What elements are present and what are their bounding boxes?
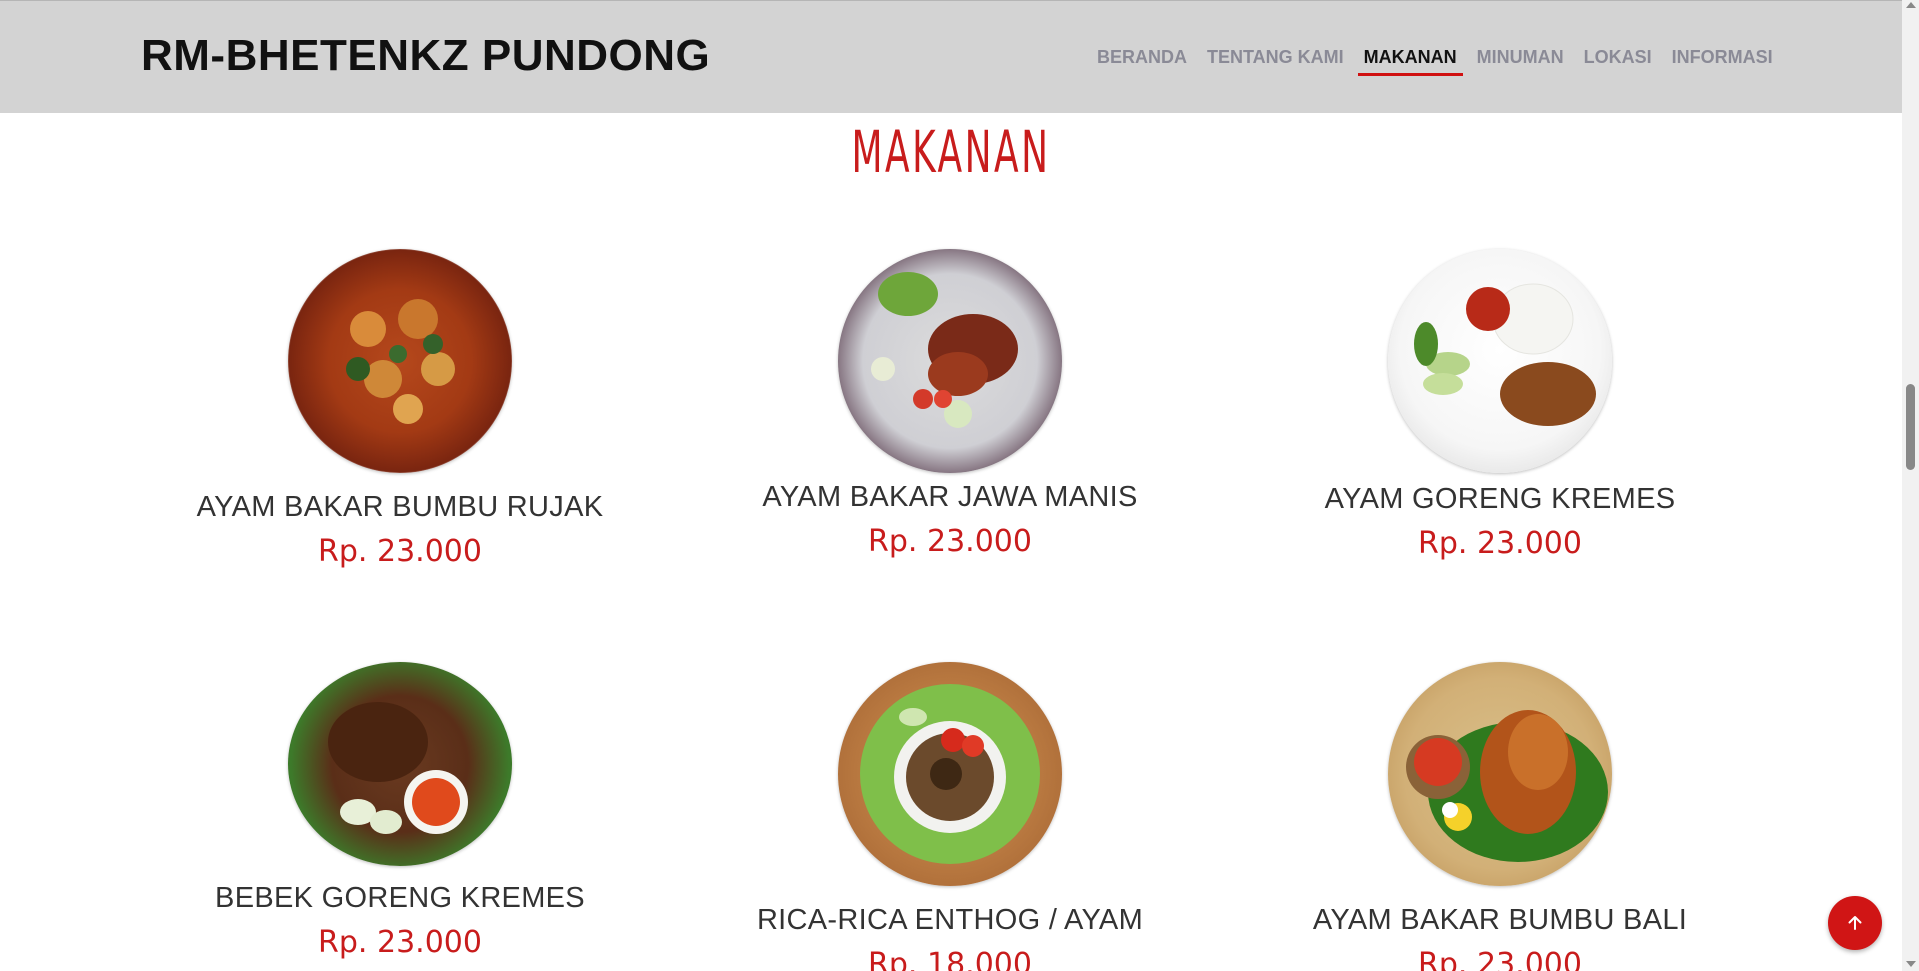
dish-image: [288, 249, 512, 473]
menu-card[interactable]: AYAM BAKAR JAWA MANIS Rp. 23.000: [700, 249, 1200, 559]
dish-price: Rp. 23.000: [1418, 947, 1582, 971]
dish-price: Rp. 23.000: [318, 925, 482, 960]
scroll-down-arrow-icon[interactable]: [1906, 961, 1916, 967]
dish-name: AYAM BAKAR BUMBU RUJAK: [196, 491, 604, 523]
nav-item-informasi[interactable]: INFORMASI: [1662, 45, 1783, 76]
scroll-to-top-button[interactable]: [1828, 896, 1882, 950]
dish-price: Rp. 18.000: [868, 947, 1032, 971]
dish-image: [288, 662, 512, 866]
dish-image: [838, 662, 1062, 886]
dish-image: [1388, 662, 1612, 886]
menu-card[interactable]: AYAM BAKAR BUMBU BALI Rp. 23.000: [1250, 662, 1750, 971]
nav-item-beranda[interactable]: BERANDA: [1087, 45, 1197, 76]
dish-name: BEBEK GORENG KREMES: [215, 882, 585, 914]
nav-item-minuman[interactable]: MINUMAN: [1467, 45, 1574, 76]
page-viewport: RM-BHETENKZ PUNDONG BERANDA TENTANG KAMI…: [0, 0, 1902, 971]
dish-price: Rp. 23.000: [1418, 526, 1582, 561]
dish-name: AYAM GORENG KREMES: [1324, 483, 1676, 515]
menu-card[interactable]: RICA-RICA ENTHOG / AYAM Rp. 18.000: [700, 662, 1200, 971]
main-nav: BERANDA TENTANG KAMI MAKANAN MINUMAN LOK…: [1087, 45, 1783, 76]
dish-image: [838, 249, 1062, 473]
brand-title[interactable]: RM-BHETENKZ PUNDONG: [141, 31, 710, 81]
dish-name: RICA-RICA ENTHOG / AYAM: [756, 904, 1144, 936]
dish-name: AYAM BAKAR JAWA MANIS: [762, 481, 1138, 513]
menu-card[interactable]: AYAM GORENG KREMES Rp. 23.000: [1250, 249, 1750, 561]
section-title: MAKANAN: [851, 118, 1051, 186]
nav-item-lokasi[interactable]: LOKASI: [1574, 45, 1662, 76]
nav-item-tentang-kami[interactable]: TENTANG KAMI: [1197, 45, 1354, 76]
menu-card[interactable]: BEBEK GORENG KREMES Rp. 23.000: [150, 662, 650, 960]
dish-price: Rp. 23.000: [868, 524, 1032, 559]
page-scrollbar[interactable]: [1902, 0, 1919, 971]
dish-name: AYAM BAKAR BUMBU BALI: [1312, 904, 1688, 936]
arrow-up-icon: [1848, 916, 1862, 930]
dish-image: [1388, 249, 1612, 473]
dish-price: Rp. 23.000: [318, 534, 482, 569]
site-header: RM-BHETENKZ PUNDONG BERANDA TENTANG KAMI…: [0, 0, 1902, 113]
scroll-up-arrow-icon[interactable]: [1906, 2, 1916, 8]
menu-card[interactable]: AYAM BAKAR BUMBU RUJAK Rp. 23.000: [150, 249, 650, 569]
nav-item-makanan[interactable]: MAKANAN: [1354, 45, 1467, 76]
scroll-thumb[interactable]: [1906, 384, 1915, 470]
